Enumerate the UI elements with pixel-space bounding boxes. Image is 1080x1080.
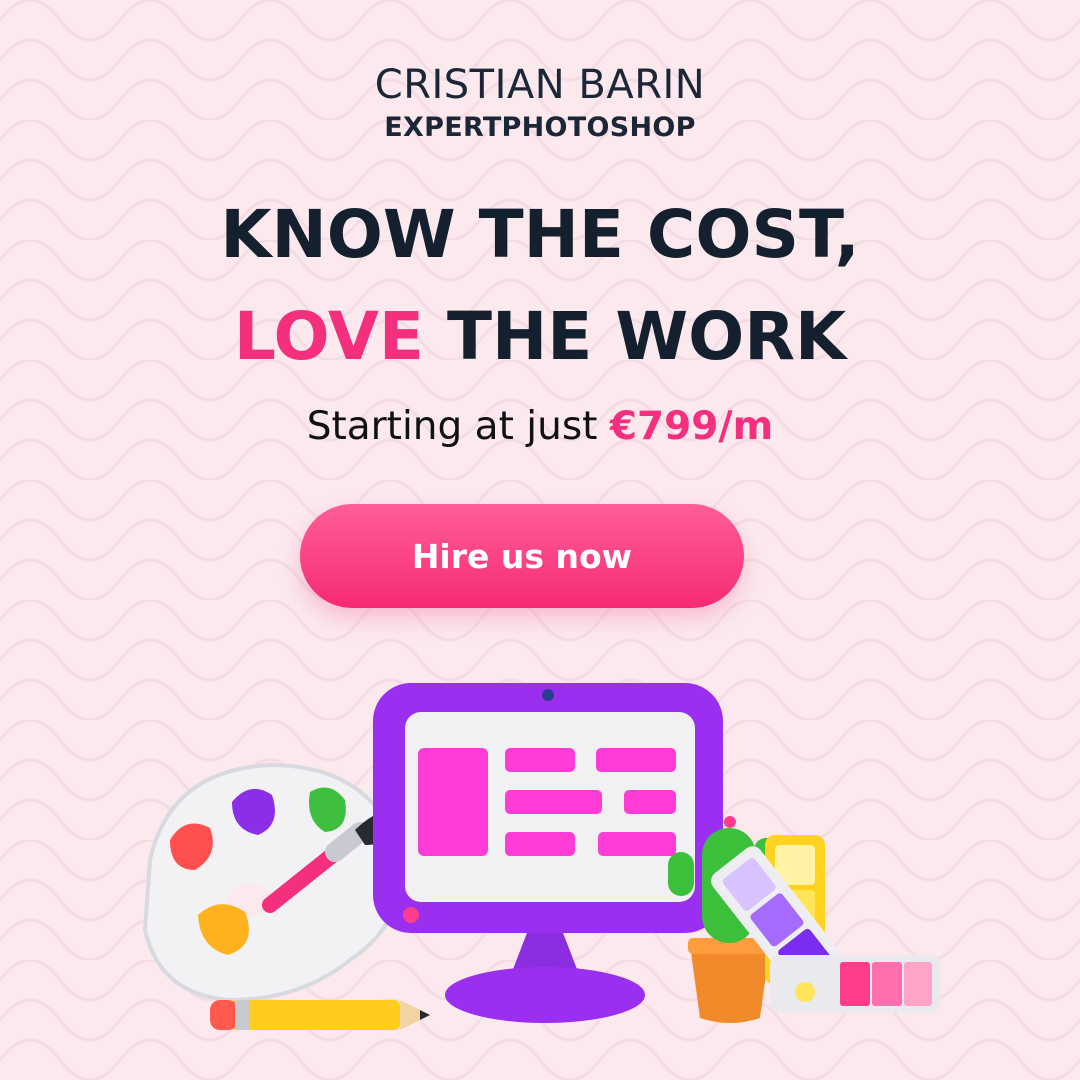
pricing-line: Starting at just €799/m (0, 404, 1080, 449)
paint-palette-icon (142, 762, 404, 1003)
brand-subtitle: EXPERTPHOTOSHOP (384, 112, 696, 143)
headline-line-1: KNOW THE COST, (220, 196, 860, 273)
computer-monitor-icon (373, 683, 723, 1023)
brand-name: CRISTIAN BARIN (374, 62, 706, 108)
design-tools-illustration (142, 683, 940, 1030)
price-value: €799/m (609, 404, 774, 449)
pricing-prefix: Starting at just (306, 404, 610, 449)
headline-line-2-rest: THE WORK (424, 298, 847, 375)
hire-us-button[interactable]: Hire us now (300, 504, 744, 608)
headline-line-2: LOVE THE WORK (0, 298, 1080, 375)
pencil-icon (210, 1000, 430, 1030)
headline-accent-word: LOVE (233, 298, 425, 375)
